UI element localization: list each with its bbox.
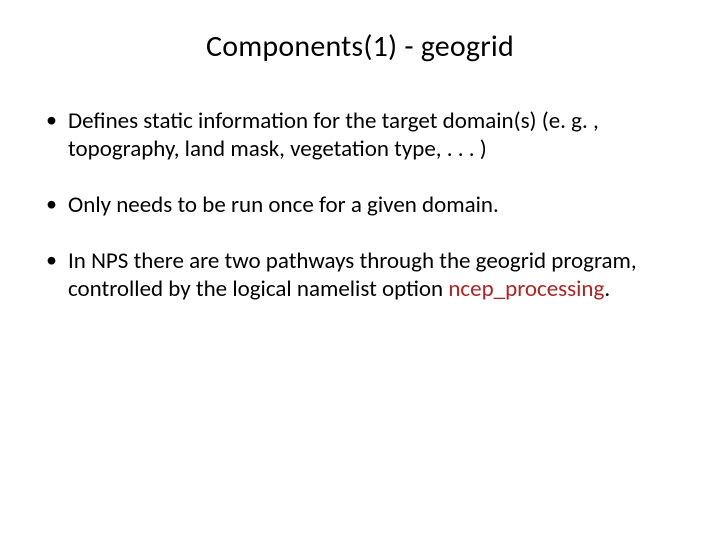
slide-title: Components(1) - geogrid [40,28,680,65]
list-item: Only needs to be run once for a given do… [40,191,680,219]
bullet-text-suffix: . [604,275,610,303]
bullet-text: Only needs to be run once for a given do… [68,191,499,219]
bullet-list: Defines static information for the targe… [40,107,680,303]
keyword-ncep-processing: ncep_processing [448,275,604,303]
slide: Components(1) - geogrid Defines static i… [0,0,720,540]
list-item: In NPS there are two pathways through th… [40,247,680,303]
list-item: Defines static information for the targe… [40,107,680,163]
bullet-text: Defines static information for the targe… [68,107,599,163]
